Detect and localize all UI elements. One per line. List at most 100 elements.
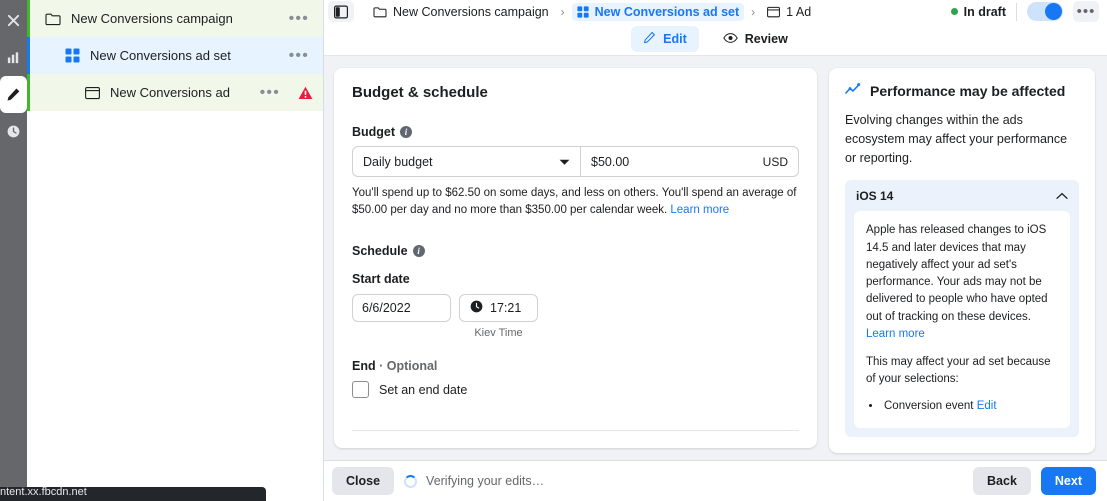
tab-edit[interactable]: Edit <box>631 26 699 52</box>
start-time-value: 17:21 <box>490 301 522 316</box>
breadcrumb-separator: › <box>560 4 565 19</box>
budget-type-value: Daily budget <box>363 154 433 169</box>
row-accent-bar <box>27 74 30 111</box>
tab-label: Review <box>744 32 788 46</box>
start-date-label: Start date <box>352 272 410 287</box>
row-accent-bar <box>27 37 30 74</box>
next-button[interactable]: Next <box>1040 467 1096 495</box>
performance-card-title: Performance may be affected <box>870 82 1066 99</box>
start-time-group: 17:21 Kiev Time <box>459 294 538 339</box>
budget-amount-input[interactable]: $50.00 USD <box>581 146 799 177</box>
close-button[interactable]: Close <box>332 467 395 495</box>
ad-window-icon <box>767 6 781 18</box>
sidebar-item-label: New Conversions campaign <box>71 11 233 26</box>
schedule-label: Schedule i <box>352 244 799 258</box>
ios14-paragraph-2: This may affect your ad set because of y… <box>866 356 1051 386</box>
row-overflow-menu[interactable]: ••• <box>285 10 313 26</box>
ios14-accordion-header[interactable]: iOS 14 <box>854 187 1070 211</box>
row-overflow-menu[interactable]: ••• <box>285 47 313 63</box>
ios14-paragraph-1: Apple has released changes to iOS 14.5 a… <box>866 222 1058 343</box>
ad-window-icon <box>83 84 101 102</box>
ads-manager-window: New Conversions campaign ••• New Convers… <box>0 0 1107 501</box>
chart-icon[interactable] <box>0 39 27 76</box>
breadcrumb-ads[interactable]: 1 Ad <box>762 3 816 21</box>
topbar-right-group: In draft ••• <box>950 1 1099 22</box>
budget-helper-body: You'll spend up to $62.50 on some days, … <box>352 187 797 216</box>
error-warning-icon[interactable] <box>298 86 313 100</box>
schedule-label-text: Schedule <box>352 244 408 259</box>
adset-grid-icon <box>577 5 589 18</box>
budget-label: Budget i <box>352 125 799 139</box>
breadcrumb-adset[interactable]: New Conversions ad set <box>571 2 745 21</box>
status-label: In draft <box>963 4 1006 19</box>
ios14-paragraph-1-text: Apple has released changes to iOS 14.5 a… <box>866 224 1048 323</box>
pencil-icon <box>643 31 656 47</box>
browser-status-url: ntent.xx.fbcdn.net <box>0 487 266 501</box>
set-end-date-checkbox[interactable] <box>352 381 369 399</box>
end-optional-text: · Optional <box>375 359 438 374</box>
verify-status-label: Verifying your edits… <box>426 474 545 488</box>
status-dot-icon <box>950 8 958 15</box>
pencil-icon[interactable] <box>0 76 27 113</box>
ios14-selection-list: Conversion event Edit <box>882 398 1058 415</box>
tab-review[interactable]: Review <box>711 27 800 52</box>
sidebar-item-campaign[interactable]: New Conversions campaign ••• <box>27 0 323 37</box>
budget-type-select[interactable]: Daily budget <box>352 146 581 177</box>
performance-card-body: Evolving changes within the ads ecosyste… <box>845 113 1068 165</box>
show-more-options-button[interactable]: Show more options <box>352 447 483 448</box>
info-icon[interactable]: i <box>412 245 425 258</box>
info-icon[interactable]: i <box>400 126 413 138</box>
learn-more-link[interactable]: Learn more <box>670 204 729 216</box>
toggle-knob <box>1045 3 1062 20</box>
chevron-up-icon <box>1056 189 1068 203</box>
top-breadcrumb-bar: New Conversions campaign › New Conversio… <box>324 0 1107 23</box>
sidebar-item-label: New Conversions ad set <box>90 48 231 63</box>
main-region: New Conversions campaign › New Conversio… <box>324 0 1107 501</box>
budget-label-text: Budget <box>352 125 396 139</box>
chevron-down-icon <box>559 155 570 169</box>
row-overflow-menu[interactable]: ••• <box>256 84 284 100</box>
footer-actions: Back Next <box>973 467 1096 495</box>
conversion-event-label: Conversion event <box>884 399 977 412</box>
breadcrumb-label: New Conversions ad set <box>594 4 740 19</box>
breadcrumb-campaign[interactable]: New Conversions campaign <box>368 3 554 21</box>
clock-icon[interactable] <box>0 113 27 150</box>
status-url-text: ntent.xx.fbcdn.net <box>0 487 87 498</box>
campaign-tree-sidebar: New Conversions campaign ••• New Convers… <box>27 0 324 501</box>
panel-toggle-icon[interactable] <box>328 1 354 22</box>
left-icon-rail <box>0 0 27 501</box>
divider <box>352 430 799 432</box>
adset-grid-icon <box>63 47 81 65</box>
start-time-input[interactable]: 17:21 <box>459 294 538 323</box>
back-button[interactable]: Back <box>973 467 1031 495</box>
sidebar-item-adset[interactable]: New Conversions ad set ••• <box>27 37 323 74</box>
content-columns: Budget & schedule Budget i Daily budget … <box>324 56 1107 460</box>
show-more-label: Show more options <box>352 447 468 448</box>
budget-input-row: Daily budget $50.00 USD <box>352 146 799 177</box>
performance-card-header: Performance may be affected <box>845 82 1079 99</box>
ios14-learn-more-link[interactable]: Learn more <box>866 328 925 340</box>
verify-status: Verifying your edits… <box>404 474 544 488</box>
sidebar-item-label: New Conversions ad <box>110 85 230 100</box>
set-end-date-checkbox-row[interactable]: Set an end date <box>352 381 799 399</box>
topbar-overflow-menu[interactable]: ••• <box>1073 1 1099 22</box>
budget-schedule-card: Budget & schedule Budget i Daily budget … <box>334 68 817 448</box>
start-datetime-row: 6/6/2022 17:21 Kiev Time <box>352 294 799 339</box>
budget-helper-text: You'll spend up to $62.50 on some days, … <box>352 185 799 218</box>
timezone-label: Kiev Time <box>474 327 523 340</box>
list-item: Conversion event Edit <box>882 398 1058 415</box>
breadcrumb-label: New Conversions campaign <box>393 4 549 19</box>
breadcrumb-label: 1 Ad <box>786 4 812 19</box>
start-date-value: 6/6/2022 <box>362 301 411 316</box>
conversion-event-edit-link[interactable]: Edit <box>977 400 997 412</box>
sidebar-item-ad[interactable]: New Conversions ad ••• <box>27 74 323 111</box>
ios14-accordion-title: iOS 14 <box>856 189 894 204</box>
start-date-input[interactable]: 6/6/2022 <box>352 294 451 323</box>
campaign-active-toggle[interactable] <box>1027 2 1063 21</box>
clock-icon <box>470 300 483 316</box>
folder-icon <box>44 10 62 28</box>
folder-icon <box>373 6 387 18</box>
budget-amount-value: $50.00 <box>591 154 630 169</box>
footer-bar: Close Verifying your edits… Back Next <box>324 460 1107 501</box>
close-icon[interactable] <box>0 2 27 39</box>
